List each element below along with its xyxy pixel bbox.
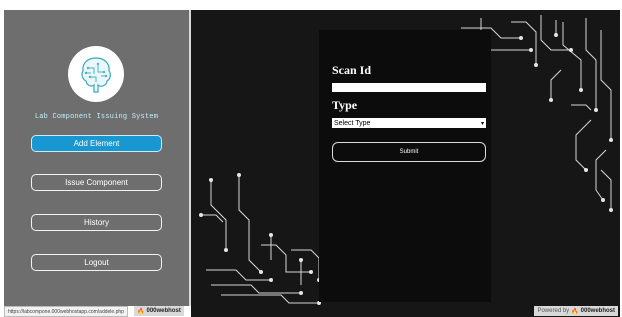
type-label: Type — [332, 98, 358, 112]
type-select[interactable]: Select Type ▾ — [332, 118, 486, 128]
main-area: Scan Id Type Select Type ▾ Submit Powere… — [191, 10, 620, 317]
add-element-form: Scan Id Type Select Type ▾ Submit — [319, 30, 491, 302]
host-badge-left[interactable]: 🔥 000webhost — [134, 306, 184, 316]
scan-id-input[interactable] — [332, 83, 486, 92]
history-button[interactable]: History — [31, 214, 162, 231]
host-brand: 000webhost — [580, 308, 615, 314]
add-element-button[interactable]: Add Element — [31, 135, 162, 152]
powered-by-badge[interactable]: Powered by 🔥 000webhost — [534, 306, 618, 316]
issue-component-button[interactable]: Issue Component — [31, 174, 162, 191]
flame-icon: 🔥 — [571, 308, 579, 315]
powered-by-text: Powered by — [537, 308, 570, 314]
host-brand-left: 000webhost — [146, 308, 181, 314]
brain-icon — [81, 57, 111, 93]
status-bar-url: https://labcompone.000webhostapp.com/add… — [4, 306, 128, 317]
page: Lab Component Issuing System Add Element… — [4, 10, 620, 317]
type-select-value: Select Type — [334, 119, 371, 127]
brain-circuit-logo — [68, 46, 124, 102]
flame-icon: 🔥 — [137, 308, 145, 315]
chevron-down-icon: ▾ — [480, 120, 484, 127]
sidebar: Lab Component Issuing System Add Element… — [4, 10, 191, 306]
app-title: Lab Component Issuing System — [34, 113, 159, 121]
logout-button[interactable]: Logout — [31, 254, 162, 271]
scan-id-label: Scan Id — [332, 63, 372, 77]
submit-button[interactable]: Submit — [332, 142, 486, 162]
